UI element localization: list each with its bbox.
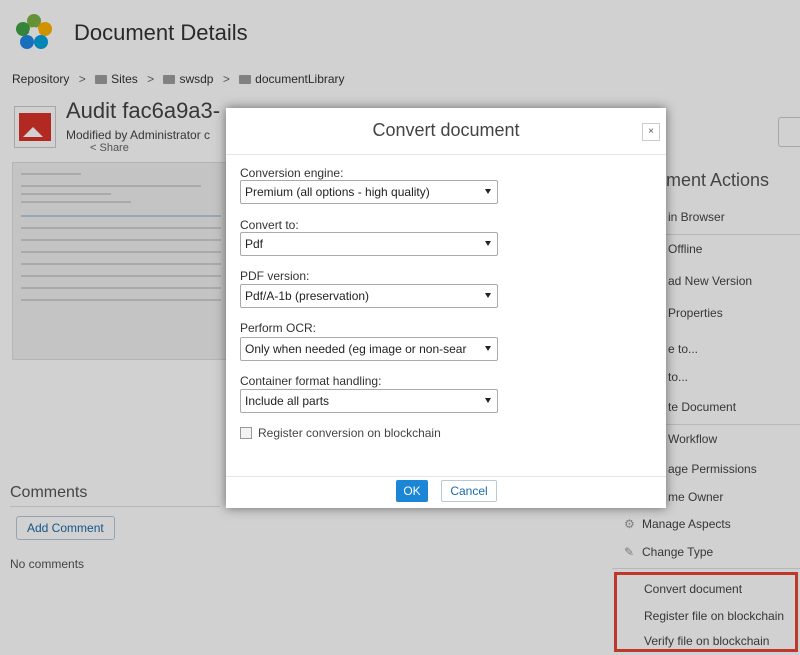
close-icon[interactable]: × [642, 123, 660, 141]
register-blockchain-checkbox[interactable] [240, 427, 252, 439]
chevron-down-icon [485, 398, 491, 403]
container-format-select[interactable]: Include all parts [240, 389, 498, 413]
conversion-engine-value: Premium (all options - high quality) [245, 185, 430, 199]
perform-ocr-select[interactable]: Only when needed (eg image or non-sear [240, 337, 498, 361]
conversion-engine-label: Conversion engine: [240, 166, 344, 180]
conversion-engine-select[interactable]: Premium (all options - high quality) [240, 180, 498, 204]
dialog-title: Convert document [372, 120, 520, 140]
container-format-value: Include all parts [245, 394, 330, 408]
convert-to-value: Pdf [245, 237, 264, 251]
register-blockchain-label: Register conversion on blockchain [258, 426, 441, 440]
chevron-down-icon [485, 189, 491, 194]
convert-document-dialog: Convert document × Conversion engine: Pr… [226, 108, 666, 508]
dialog-footer-divider [226, 476, 666, 477]
pdf-version-value: Pdf/A-1b (preservation) [245, 289, 370, 303]
ok-button[interactable]: OK [396, 480, 428, 502]
chevron-down-icon [485, 346, 491, 351]
convert-to-select[interactable]: Pdf [240, 232, 498, 256]
chevron-down-icon [485, 241, 491, 246]
dialog-divider [226, 154, 666, 155]
perform-ocr-value: Only when needed (eg image or non-sear [245, 342, 467, 356]
convert-to-label: Convert to: [240, 218, 299, 232]
perform-ocr-label: Perform OCR: [240, 321, 317, 335]
pdf-version-label: PDF version: [240, 269, 310, 283]
cancel-button[interactable]: Cancel [441, 480, 497, 502]
pdf-version-select[interactable]: Pdf/A-1b (preservation) [240, 284, 498, 308]
container-format-label: Container format handling: [240, 374, 382, 388]
chevron-down-icon [485, 293, 491, 298]
